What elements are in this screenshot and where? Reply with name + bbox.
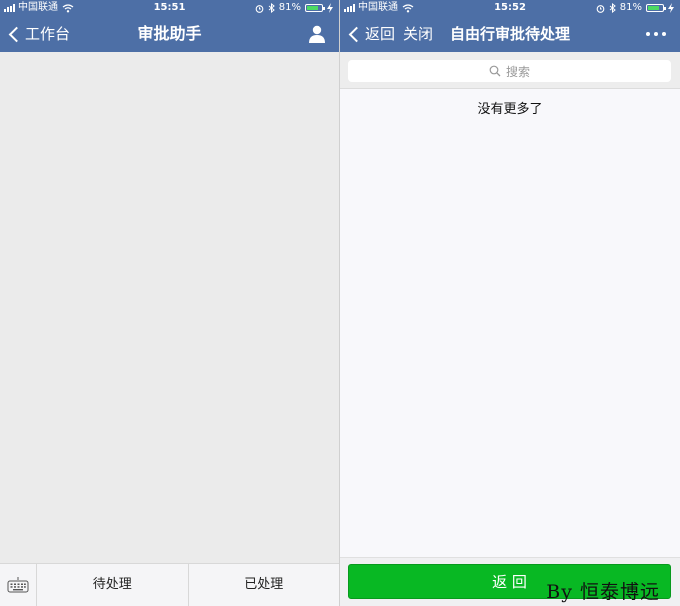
more-icon[interactable] [646,32,666,36]
search-placeholder: 搜索 [505,64,530,79]
left-screen: 中国联通 15:51 81% 工作台 审批助手 待处理 已处理 [0,0,339,606]
status-bar: 中国联通 15:51 81% [0,0,339,16]
battery-icon [305,4,325,12]
search-icon [489,65,501,77]
watermark: By 恒泰博远 [546,581,660,603]
nav-bar: 工作台 审批助手 [0,16,339,52]
user-icon[interactable] [309,25,325,43]
battery-percent: 81% [619,2,642,13]
close-button[interactable]: 关闭 [403,16,433,52]
nav-bar: 返回 关闭 自由行审批待处理 [340,16,680,52]
charging-icon [327,3,333,13]
tab-bar: 待处理 已处理 [0,563,339,606]
tab-pending[interactable]: 待处理 [37,564,188,606]
search-input[interactable]: 搜索 [348,60,671,82]
battery-icon [646,4,666,12]
status-bar: 中国联通 15:52 81% [340,0,680,16]
empty-state-text: 没有更多了 [477,102,543,117]
status-right: 81% [255,0,333,16]
keyboard-icon [7,577,29,593]
alarm-icon [596,4,605,13]
page-title: 自由行审批待处理 [450,25,571,43]
back-button[interactable]: 返回 [348,16,395,52]
page-title: 审批助手 [137,24,202,43]
search-bar: 搜索 [340,52,680,89]
alarm-icon [255,4,264,13]
chevron-left-icon [348,26,365,42]
battery-percent: 81% [278,2,301,13]
bottom-bar: 返 回 By 恒泰博远 [340,557,680,606]
right-screen: 中国联通 15:52 81% 返回 关闭 自由行审批待处理 搜索 没有更多了 返… [340,0,680,606]
bluetooth-icon [268,3,275,13]
status-right: 81% [596,0,674,16]
charging-icon [668,3,674,13]
keyboard-toggle[interactable] [0,564,37,606]
back-label: 返回 [365,25,396,43]
bluetooth-icon [609,3,616,13]
tab-processed[interactable]: 已处理 [187,564,340,606]
